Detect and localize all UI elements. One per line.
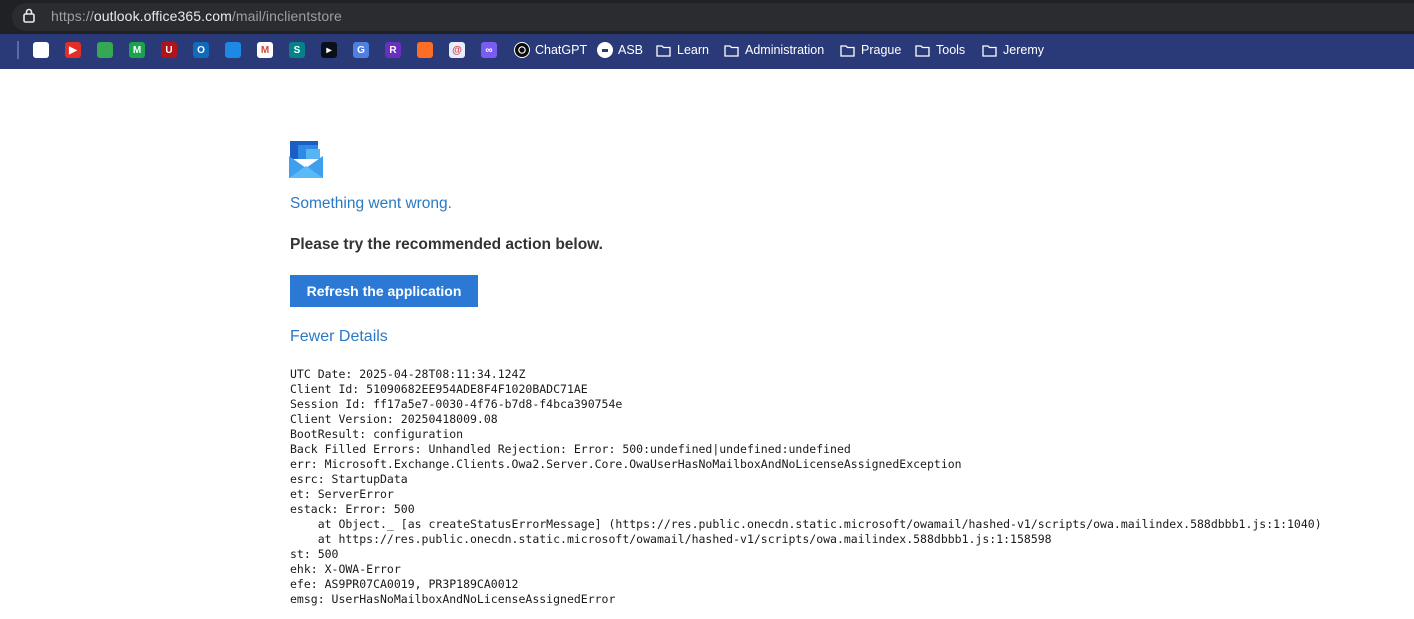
- error-detail-line: Client Version: 20250418009.08: [290, 412, 498, 426]
- calendar-icon[interactable]: [33, 42, 49, 58]
- folder-icon: [915, 44, 930, 57]
- u-app-icon[interactable]: U: [161, 42, 177, 58]
- m-app-icon[interactable]: M: [129, 42, 145, 58]
- media-player-icon[interactable]: ▸: [321, 42, 337, 58]
- folder-icon: [724, 44, 739, 57]
- bookmark-label: Administration: [745, 43, 825, 57]
- error-detail-line: at Object._ [as createStatusErrorMessage…: [290, 517, 1322, 531]
- onedrive-icon[interactable]: [225, 42, 241, 58]
- folder-icon: [840, 44, 855, 57]
- bookmark-label: Tools: [936, 43, 966, 57]
- maps-pin-icon[interactable]: [97, 42, 113, 58]
- error-detail-line: estack: Error: 500: [290, 502, 415, 516]
- browser-address-bar: https://outlook.office365.com/mail/incli…: [0, 0, 1414, 34]
- chatgpt-icon: [514, 42, 530, 58]
- gitlab-icon[interactable]: [417, 42, 433, 58]
- error-detail-line: Client Id: 51090682EE954ADE8F4F1020BADC7…: [290, 382, 588, 396]
- bookmark-label: Prague: [861, 43, 902, 57]
- url-scheme: https://: [51, 8, 94, 24]
- bookmark-folder-jeremy[interactable]: Jeremy: [982, 41, 1044, 59]
- spiral-app-icon[interactable]: @: [449, 42, 465, 58]
- bookmark-label: Learn: [677, 43, 709, 57]
- bookmarks-divider: [17, 41, 19, 59]
- youtube-icon[interactable]: ▶: [65, 42, 81, 58]
- error-detail-line: et: ServerError: [290, 487, 394, 501]
- outlook-icon[interactable]: O: [193, 42, 209, 58]
- folder-icon: [656, 44, 671, 57]
- bookmark-label: ASB: [618, 43, 644, 57]
- bookmark-folder-prague[interactable]: Prague: [840, 41, 901, 59]
- url-host: outlook.office365.com: [93, 8, 232, 24]
- url-text[interactable]: https://outlook.office365.com/mail/incli…: [51, 8, 342, 24]
- bookmark-label: Jeremy: [1003, 43, 1044, 57]
- error-detail-line: st: 500: [290, 547, 339, 561]
- error-detail-line: efe: AS9PR07CA0019, PR3P189CA0012: [290, 577, 519, 591]
- lock-icon[interactable]: [22, 7, 36, 23]
- error-title: Something went wrong.: [290, 195, 452, 212]
- fewer-details-link[interactable]: Fewer Details: [290, 328, 388, 346]
- bookmark-folder-learn[interactable]: Learn: [656, 41, 709, 59]
- bookmark-chatgpt[interactable]: ChatGPT: [514, 41, 587, 59]
- refresh-application-button[interactable]: Refresh the application: [290, 275, 478, 307]
- asb-icon: [597, 42, 613, 58]
- error-detail-line: at https://res.public.onecdn.static.micr…: [290, 532, 1052, 546]
- error-detail-line: ehk: X-OWA-Error: [290, 562, 401, 576]
- error-detail-line: err: Microsoft.Exchange.Clients.Owa2.Ser…: [290, 457, 962, 471]
- error-detail-line: Session Id: ff17a5e7-0030-4f76-b7d8-f4bc…: [290, 397, 623, 411]
- bookmark-asb[interactable]: ASB: [597, 41, 643, 59]
- gmail-icon[interactable]: M: [257, 42, 273, 58]
- bookmarks-bar: ▶ M U O M S ▸ G R @ ∞ ChatGPT ASB Learn Administra…: [0, 34, 1414, 69]
- bookmark-folder-administration[interactable]: Administration: [724, 41, 824, 59]
- r-app-icon[interactable]: R: [385, 42, 401, 58]
- sharepoint-icon[interactable]: S: [289, 42, 305, 58]
- folder-icon: [982, 44, 997, 57]
- translate-icon[interactable]: G: [353, 42, 369, 58]
- error-subtitle: Please try the recommended action below.: [290, 236, 603, 253]
- url-path: /mail/inclientstore: [231, 8, 342, 24]
- outlook-logo-icon: [289, 141, 323, 178]
- error-detail-line: UTC Date: 2025-04-28T08:11:34.124Z: [290, 367, 526, 381]
- bookmark-folder-tools[interactable]: Tools: [915, 41, 965, 59]
- error-detail-line: emsg: UserHasNoMailboxAndNoLicenseAssign…: [290, 592, 616, 606]
- error-detail-line: BootResult: configuration: [290, 427, 464, 441]
- error-details: UTC Date: 2025-04-28T08:11:34.124Z Client…: [290, 367, 1322, 607]
- error-detail-line: esrc: StartupData: [290, 472, 408, 486]
- error-detail-line: Back Filled Errors: Unhandled Rejection:…: [290, 442, 851, 456]
- loop-app-icon[interactable]: ∞: [481, 42, 497, 58]
- bookmark-label: ChatGPT: [535, 43, 588, 57]
